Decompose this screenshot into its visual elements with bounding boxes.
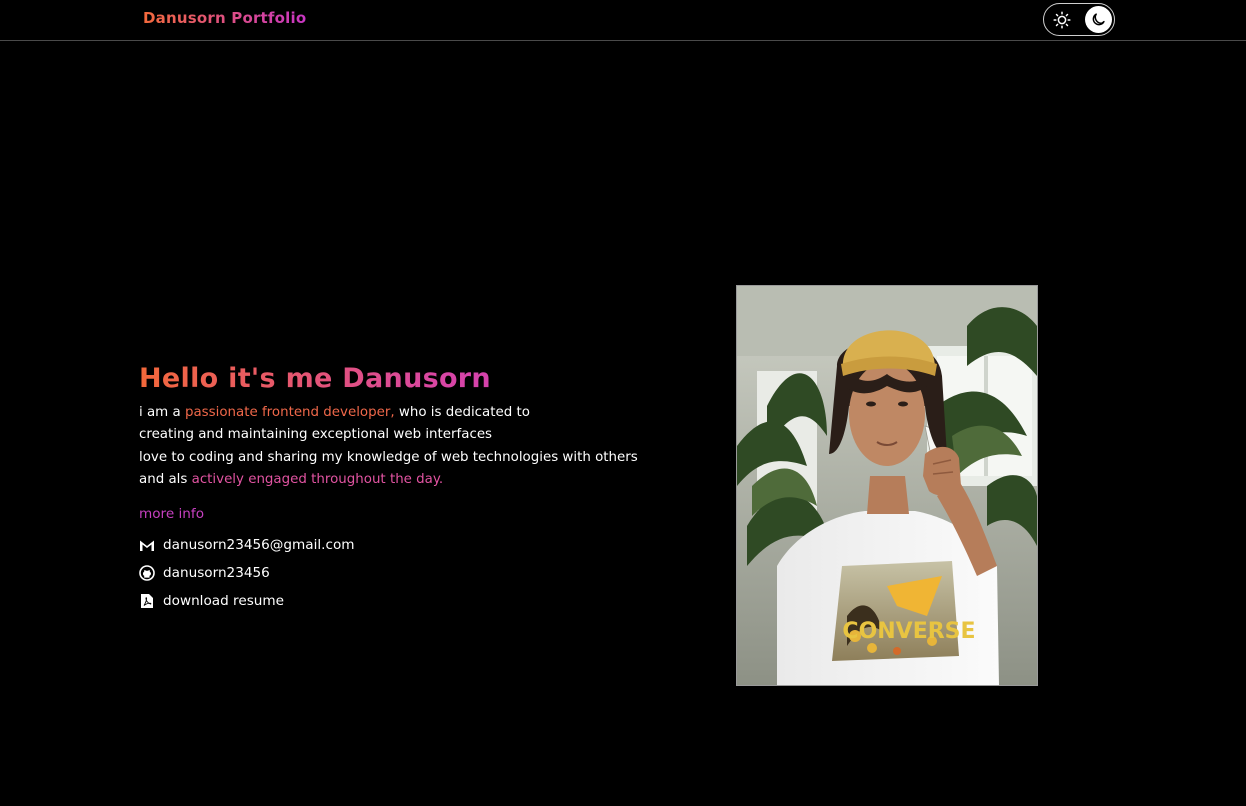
- moon-icon: [1090, 11, 1107, 28]
- shirt-print-text: CONVERSE: [842, 619, 975, 644]
- github-link[interactable]: danusorn23456: [139, 559, 699, 587]
- email-label: danusorn23456@gmail.com: [163, 537, 355, 554]
- resume-download-link[interactable]: download resume: [139, 587, 699, 615]
- toggle-knob[interactable]: [1085, 6, 1112, 33]
- more-info-link[interactable]: more info: [139, 506, 204, 522]
- sun-icon[interactable]: [1052, 10, 1072, 30]
- github-icon: [139, 565, 155, 581]
- gmail-icon: [139, 537, 155, 553]
- bio-text: who is dedicated to: [394, 405, 530, 420]
- navbar: Danusorn Portfolio: [0, 0, 1246, 41]
- bio-line-1: i am a passionate frontend developer, wh…: [139, 402, 699, 424]
- bio-highlight-engaged: actively engaged throughout the day.: [191, 471, 444, 487]
- brand-logo[interactable]: Danusorn Portfolio: [143, 9, 306, 27]
- email-link[interactable]: danusorn23456@gmail.com: [139, 531, 699, 559]
- contact-links: danusorn23456@gmail.com danusorn23456 do…: [139, 531, 699, 615]
- github-label: danusorn23456: [163, 565, 270, 582]
- hero-bio: i am a passionate frontend developer, wh…: [139, 402, 699, 491]
- resume-label: download resume: [163, 593, 285, 610]
- theme-toggle[interactable]: [1043, 3, 1115, 36]
- pdf-file-icon: [139, 593, 155, 609]
- profile-photo: CONVERSE: [736, 285, 1038, 686]
- bio-highlight-role: passionate frontend developer,: [184, 405, 395, 420]
- bio-line-4: and als actively engaged throughout the …: [139, 469, 699, 491]
- bio-line-3: love to coding and sharing my knowledge …: [139, 449, 638, 465]
- profile-photo-illustration: CONVERSE: [737, 286, 1037, 685]
- hero-intro: Hello it's me Danusorn i am a passionate…: [139, 362, 699, 615]
- bio-line-2: creating and maintaining exceptional web…: [139, 427, 493, 443]
- bio-text: i am a: [139, 405, 185, 420]
- bio-text: and als: [139, 471, 192, 487]
- hero-greeting: Hello it's me Danusorn: [139, 362, 699, 396]
